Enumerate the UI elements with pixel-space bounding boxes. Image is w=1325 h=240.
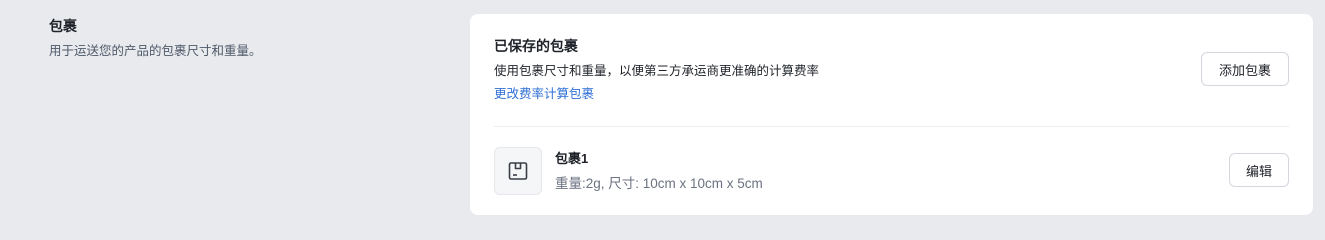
section-title: 包裹 [49, 18, 77, 34]
card-description: 使用包裹尺寸和重量，以便第三方承运商更准确的计算费率 [494, 64, 820, 78]
package-detail: 重量:2g, 尺寸: 10cm x 10cm x 5cm [555, 176, 763, 191]
package-list-item: 包裹1 重量:2g, 尺寸: 10cm x 10cm x 5cm [494, 147, 1289, 195]
package-box-icon [494, 147, 542, 195]
divider [494, 126, 1289, 127]
package-name: 包裹1 [555, 151, 589, 166]
edit-package-button[interactable]: 编辑 [1229, 153, 1289, 187]
section-description: 用于运送您的产品的包裹尺寸和重量。 [49, 44, 262, 58]
add-package-button[interactable]: 添加包裹 [1201, 52, 1289, 86]
card-title: 已保存的包裹 [494, 38, 578, 54]
change-rate-package-link[interactable]: 更改费率计算包裹 [494, 85, 594, 103]
package-section-intro: 包裹 用于运送您的产品的包裹尺寸和重量。 [49, 16, 429, 60]
card-header: 已保存的包裹 使用包裹尺寸和重量，以便第三方承运商更准确的计算费率 更改费率计算… [494, 36, 1289, 103]
saved-packages-card: 已保存的包裹 使用包裹尺寸和重量，以便第三方承运商更准确的计算费率 更改费率计算… [470, 14, 1313, 215]
